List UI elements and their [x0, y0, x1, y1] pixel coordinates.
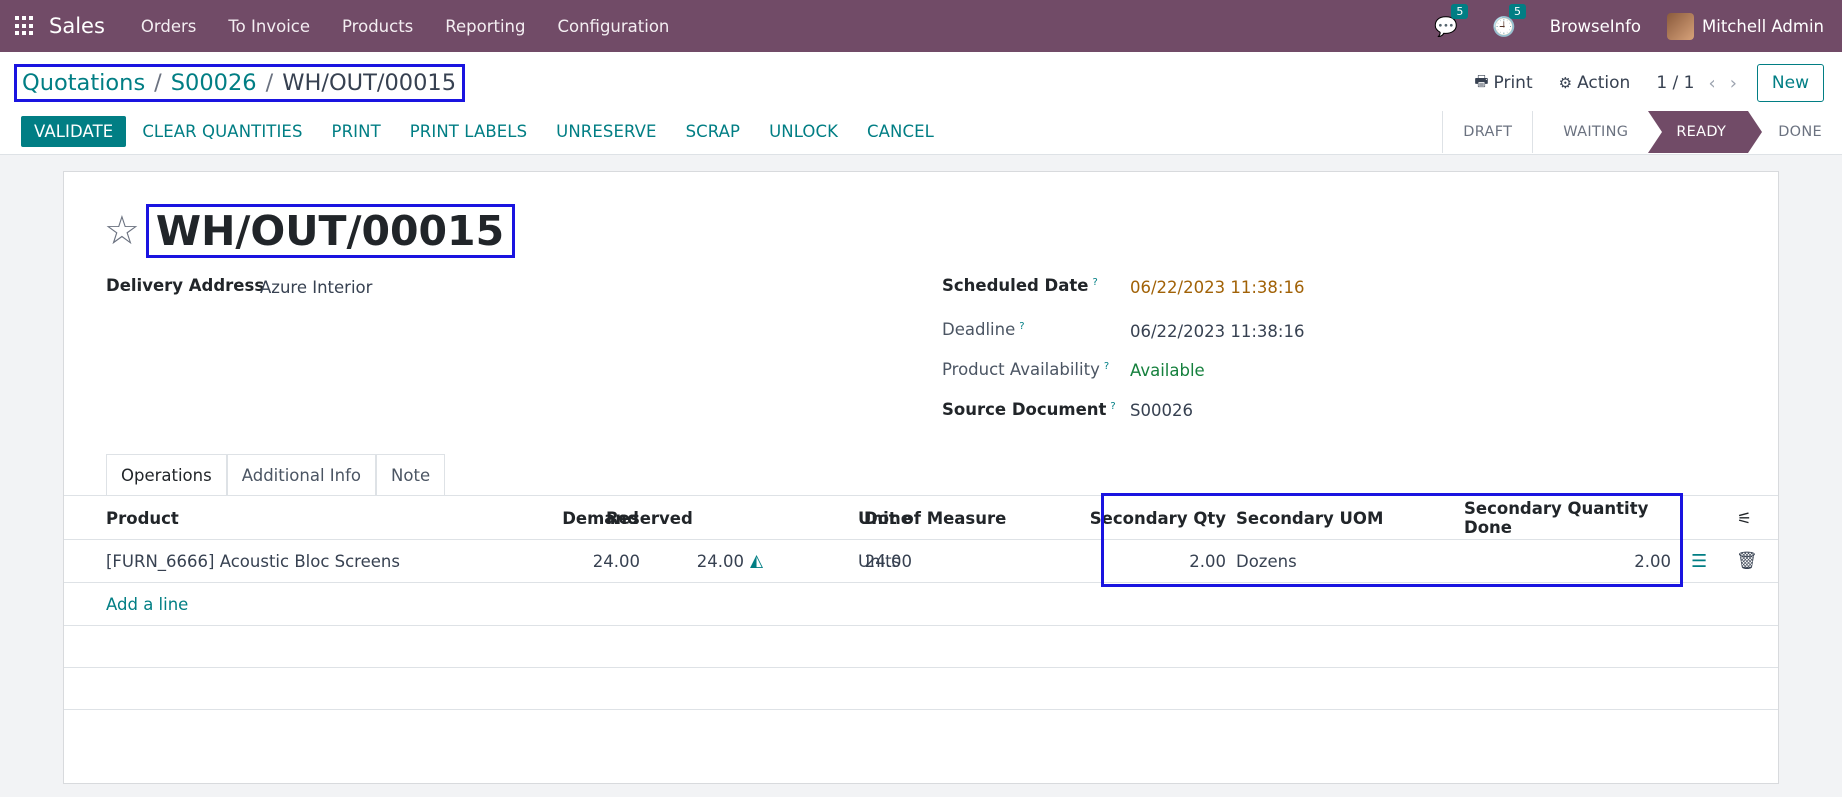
deadline-label-text: Deadline [942, 320, 1016, 339]
menu-to-invoice[interactable]: To Invoice [228, 17, 310, 36]
form-sheet: ☆ WH/OUT/00015 Delivery Address Azure In… [63, 171, 1779, 784]
apps-menu-icon[interactable] [15, 16, 35, 36]
stage-done[interactable]: DONE [1748, 111, 1842, 153]
breadcrumb-quotations[interactable]: Quotations [22, 70, 145, 96]
messages-badge: 5 [1451, 3, 1469, 19]
column-secondary-qty[interactable]: Secondary Qty [1064, 497, 1226, 539]
scrap-button[interactable]: SCRAP [686, 122, 741, 141]
stage-ready[interactable]: READY [1648, 111, 1763, 153]
breadcrumb-separator: / [265, 70, 274, 96]
source-document-value[interactable]: S00026 [1130, 401, 1193, 420]
reserved-cell[interactable]: 24.00 [624, 540, 744, 582]
forecast-graph-icon[interactable]: ◭ [750, 540, 763, 582]
notebook-tabs: Operations Additional Info Note [106, 454, 446, 496]
top-navbar: Sales Orders To Invoice Products Reporti… [0, 0, 1842, 52]
status-bar: DRAFT WAITING READY DONE [1442, 111, 1842, 153]
menu-configuration[interactable]: Configuration [557, 17, 669, 36]
secondary-qty-cell[interactable]: 2.00 [1064, 540, 1226, 582]
breadcrumb-sale-order[interactable]: S00026 [171, 70, 257, 96]
new-button[interactable]: New [1756, 64, 1824, 102]
clock-icon: 🕘 [1492, 15, 1516, 38]
activities-button[interactable]: 🕘 5 [1492, 3, 1527, 38]
scheduled-date-label: Scheduled Date? [942, 276, 1098, 295]
deadline-label: Deadline? [942, 320, 1025, 339]
gear-icon: ⚙ [1558, 74, 1573, 92]
company-switcher[interactable]: BrowseInfo [1550, 17, 1641, 36]
scheduled-date-value[interactable]: 06/22/2023 11:38:16 [1130, 278, 1304, 297]
source-document-label: Source Document? [942, 400, 1116, 419]
menu-reporting[interactable]: Reporting [445, 17, 525, 36]
validate-button[interactable]: VALIDATE [21, 116, 127, 147]
uom-cell[interactable]: Units [858, 540, 900, 582]
add-line-link[interactable]: Add a line [106, 583, 188, 625]
delivery-address-value[interactable]: Azure Interior [260, 278, 372, 297]
help-icon[interactable]: ? [1092, 277, 1097, 288]
clear-quantities-button[interactable]: CLEAR QUANTITIES [142, 122, 302, 141]
tab-operations[interactable]: Operations [106, 454, 227, 496]
menu-products[interactable]: Products [342, 17, 413, 36]
tab-additional-info[interactable]: Additional Info [226, 454, 377, 496]
table-header: Product Demand Reserved Done Unit of Mea… [64, 497, 1778, 540]
stage-draft[interactable]: DRAFT [1442, 111, 1532, 153]
print-menu-label: Print [1493, 73, 1533, 93]
column-secondary-done[interactable]: Secondary Quantity Done [1464, 497, 1671, 539]
column-secondary-uom[interactable]: Secondary UOM [1236, 497, 1383, 539]
breadcrumb-separator: / [154, 70, 162, 96]
breadcrumb-current: WH/OUT/00015 [282, 70, 457, 96]
app-name[interactable]: Sales [49, 14, 105, 38]
product-cell[interactable]: [FURN_6666] Acoustic Bloc Screens [106, 540, 400, 582]
record-title: WH/OUT/00015 [145, 204, 516, 258]
column-product[interactable]: Product [106, 497, 179, 539]
availability-label-text: Product Availability [942, 360, 1100, 379]
action-menu-button[interactable]: ⚙ Action [1559, 73, 1631, 93]
tab-divider [64, 495, 1778, 496]
scheduled-date-label-text: Scheduled Date [942, 276, 1089, 295]
empty-row [64, 668, 1778, 710]
chevron-right-icon[interactable]: › [1730, 73, 1737, 94]
deadline-value[interactable]: 06/22/2023 11:38:16 [1130, 322, 1304, 341]
operations-table: Product Demand Reserved Done Unit of Mea… [64, 497, 1778, 710]
printer-icon: 🖶 [1474, 71, 1489, 90]
optional-columns-icon[interactable]: ⚟ [1737, 497, 1752, 539]
help-icon[interactable]: ? [1019, 321, 1024, 332]
messages-button[interactable]: 💬 5 [1434, 3, 1469, 38]
details-list-icon[interactable]: ☰ [1691, 540, 1707, 582]
action-buttons: VALIDATE CLEAR QUANTITIES PRINT PRINT LA… [21, 116, 963, 147]
print-button[interactable]: PRINT [332, 122, 381, 141]
avatar[interactable] [1667, 12, 1695, 40]
trash-icon[interactable]: 🗑 [1736, 540, 1758, 582]
stage-waiting[interactable]: WAITING [1532, 111, 1648, 153]
pager-value[interactable]: 1 / 1 [1656, 73, 1694, 93]
add-line-row: Add a line [64, 583, 1778, 626]
menu-orders[interactable]: Orders [141, 17, 197, 36]
demand-cell[interactable]: 24.00 [504, 540, 640, 582]
user-menu[interactable]: Mitchell Admin [1702, 17, 1824, 36]
cancel-button[interactable]: CANCEL [867, 122, 934, 141]
column-reserved[interactable]: Reserved [606, 497, 693, 539]
print-menu-button[interactable]: 🖶 Print [1474, 71, 1532, 96]
breadcrumb: Quotations / S00026 / WH/OUT/00015 [14, 64, 466, 102]
delivery-address-label: Delivery Address [106, 276, 265, 295]
print-labels-button[interactable]: PRINT LABELS [410, 122, 527, 141]
help-icon[interactable]: ? [1104, 361, 1109, 372]
empty-row [64, 626, 1778, 668]
source-document-label-text: Source Document [942, 400, 1107, 419]
control-panel: Quotations / S00026 / WH/OUT/00015 🖶 Pri… [0, 52, 1842, 155]
activities-badge: 5 [1509, 3, 1527, 19]
unreserve-button[interactable]: UNRESERVE [556, 122, 656, 141]
chevron-left-icon[interactable]: ‹ [1709, 73, 1716, 94]
action-menu-label: Action [1577, 73, 1631, 93]
availability-label: Product Availability? [942, 360, 1109, 379]
unlock-button[interactable]: UNLOCK [769, 122, 838, 141]
availability-value: Available [1130, 361, 1205, 380]
chat-icon: 💬 [1434, 15, 1459, 38]
tab-note[interactable]: Note [376, 454, 446, 496]
table-row[interactable]: [FURN_6666] Acoustic Bloc Screens 24.00 … [64, 540, 1778, 583]
star-icon[interactable]: ☆ [104, 211, 140, 251]
help-icon[interactable]: ? [1110, 401, 1115, 412]
secondary-done-cell[interactable]: 2.00 [1464, 540, 1671, 582]
secondary-uom-cell[interactable]: Dozens [1236, 540, 1297, 582]
column-uom[interactable]: Unit of Measure [858, 497, 1006, 539]
